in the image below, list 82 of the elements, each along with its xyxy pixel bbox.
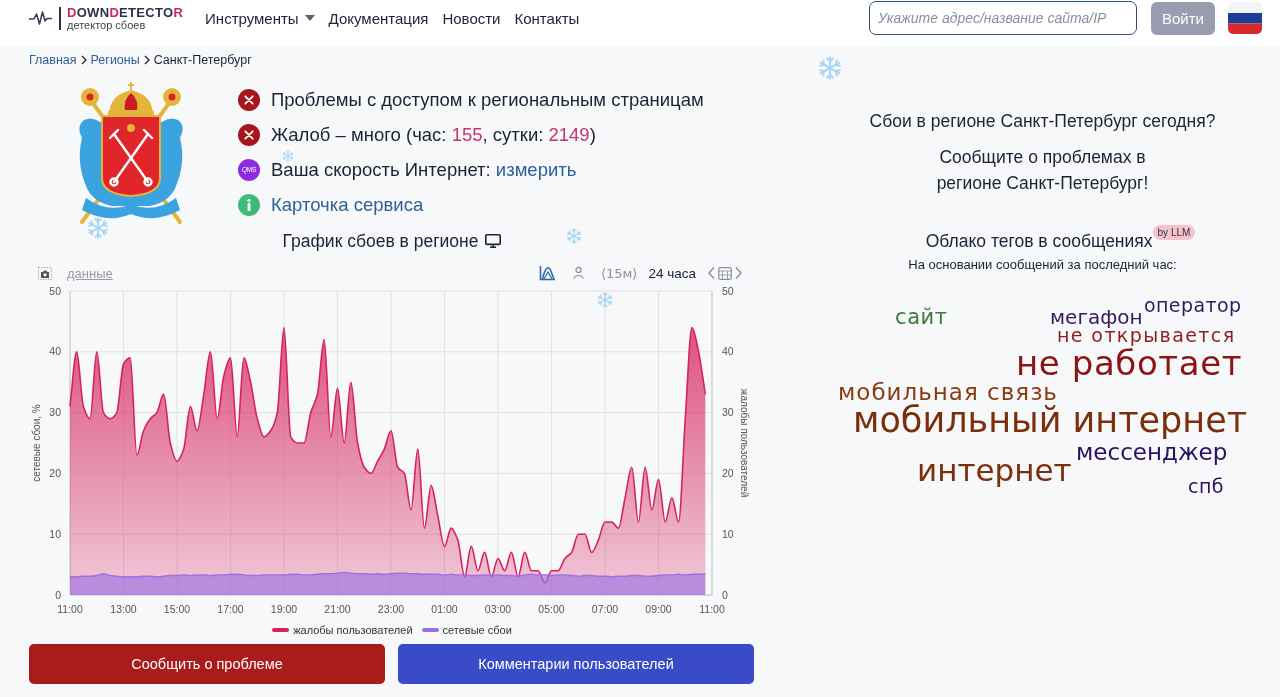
axis-tick-label: 11:00 bbox=[699, 603, 725, 615]
region-question: Сбои в регионе Санкт-Петербург сегодня? bbox=[869, 110, 1216, 132]
chevron-right-icon bbox=[80, 55, 87, 65]
tag-word: спб bbox=[1188, 477, 1225, 496]
axis-tick-label: 30 bbox=[722, 406, 734, 419]
axis-tick-label: 50 bbox=[722, 284, 734, 297]
tag-word: мегафон bbox=[1050, 307, 1143, 327]
nav-link[interactable]: Инструменты bbox=[205, 9, 315, 27]
current-page-label: Санкт-Петербург bbox=[153, 53, 252, 67]
cloud-title: Облако тегов в сообщениях bbox=[925, 230, 1153, 252]
pulse-icon bbox=[29, 11, 52, 25]
tag-word: сайт bbox=[895, 307, 948, 328]
axis-tick-label: 10 bbox=[722, 527, 734, 540]
info-icon bbox=[238, 193, 260, 216]
axis-title: жалобы пользователей bbox=[739, 388, 750, 498]
axis-tick-label: 10 bbox=[49, 527, 61, 540]
cloud-subtitle: На основании сообщений за последний час: bbox=[908, 257, 1177, 273]
llm-badge: by LLM bbox=[1152, 225, 1196, 240]
axis-tick-label: 13:00 bbox=[110, 603, 137, 615]
axis-tick-label: 19:00 bbox=[270, 603, 298, 615]
tag-word: не работает bbox=[1016, 346, 1243, 380]
snowflake-icon bbox=[87, 217, 109, 239]
monitor-icon[interactable] bbox=[485, 234, 502, 248]
axis-tick-label: 20 bbox=[49, 466, 61, 479]
chevron-right-icon bbox=[143, 55, 150, 65]
breadcrumb-link[interactable]: Главная bbox=[29, 53, 77, 67]
axis-tick-label: 05:00 bbox=[538, 603, 565, 615]
axis-tick-label: 11:00 bbox=[57, 603, 83, 615]
axis-tick-label: 17:00 bbox=[217, 603, 244, 615]
axis-tick-label: 20 bbox=[722, 466, 734, 479]
user-icon[interactable] bbox=[572, 265, 584, 281]
nav-link[interactable]: Документация bbox=[328, 9, 429, 27]
search-field[interactable]: Укажите адрес/название сайта/IP bbox=[869, 1, 1137, 35]
snowflake-icon bbox=[818, 56, 842, 80]
tag-word: мобильная связь bbox=[838, 381, 1058, 404]
legend-item[interactable]: сетевые сбои bbox=[421, 624, 512, 636]
nav-link[interactable]: Новости bbox=[442, 9, 501, 27]
flag-icon[interactable] bbox=[1228, 2, 1262, 34]
snowflake-icon bbox=[282, 150, 294, 162]
chevron-right-icon[interactable] bbox=[735, 266, 742, 280]
breadcrumb-link[interactable]: Регионы bbox=[90, 53, 140, 67]
status-link[interactable]: измерить bbox=[495, 158, 577, 180]
axis-tick-label: 40 bbox=[722, 345, 734, 358]
area-chart-icon[interactable] bbox=[538, 265, 556, 281]
status-text: Ваша скорость Интернет: измерить bbox=[271, 158, 577, 181]
logo-tagline: детектор сбоев bbox=[67, 18, 147, 31]
status-text: Жалоб – много (час: 155, сутки: 2149) bbox=[271, 123, 596, 146]
chevron-left-icon[interactable] bbox=[708, 266, 715, 280]
axis-title: сетевые сбои, % bbox=[31, 404, 42, 482]
comments-button[interactable]: Комментарии пользователей bbox=[398, 644, 754, 684]
axis-tick-label: 23:00 bbox=[377, 603, 405, 615]
axis-tick-label: 50 bbox=[49, 284, 61, 297]
axis-tick-label: 03:00 bbox=[484, 603, 512, 615]
axis-tick-label: 30 bbox=[49, 406, 61, 419]
snowflake-icon bbox=[566, 228, 582, 244]
axis-tick-label: 07:00 bbox=[591, 603, 619, 615]
axis-tick-label: 09:00 bbox=[645, 603, 672, 615]
calendar-icon[interactable] bbox=[718, 266, 732, 280]
period-tab[interactable]: 24 часа bbox=[648, 265, 696, 281]
axis-tick-label: 15:00 bbox=[163, 603, 191, 615]
axis-tick-label: 21:00 bbox=[324, 603, 351, 615]
tag-word: мобильный интернет bbox=[853, 403, 1248, 438]
status-text: Проблемы с доступом к региональным страницам bbox=[271, 88, 704, 111]
axis-tick-label: 0 bbox=[722, 588, 728, 601]
axis-tick-label: 0 bbox=[55, 588, 61, 601]
chart-title: График сбоев в регионе bbox=[282, 230, 479, 252]
nav-link[interactable]: Контакты bbox=[514, 9, 580, 27]
status-link[interactable]: Карточка сервиса bbox=[271, 193, 424, 216]
legend-item[interactable]: жалобы пользователей bbox=[272, 624, 413, 636]
tag-word: интернет bbox=[917, 455, 1072, 486]
axis-tick-label: 40 bbox=[49, 345, 61, 358]
x-circle-icon bbox=[238, 123, 260, 146]
report-call-text: Сообщите о проблемах в регионе Санкт-Петербург! bbox=[936, 146, 1149, 195]
camera-icon[interactable] bbox=[38, 266, 52, 280]
tag-word: оператор bbox=[1144, 296, 1242, 315]
caret-icon bbox=[304, 15, 315, 21]
axis-tick-label: 01:00 bbox=[431, 603, 458, 615]
logo-wordmark[interactable]: DOWNDETECTOR bbox=[67, 5, 184, 19]
tag-word: мессенджер bbox=[1076, 441, 1228, 464]
report-problem-button[interactable]: Сообщить о проблеме bbox=[29, 644, 385, 684]
x-circle-icon bbox=[238, 88, 260, 111]
snowflake-icon bbox=[597, 292, 613, 308]
